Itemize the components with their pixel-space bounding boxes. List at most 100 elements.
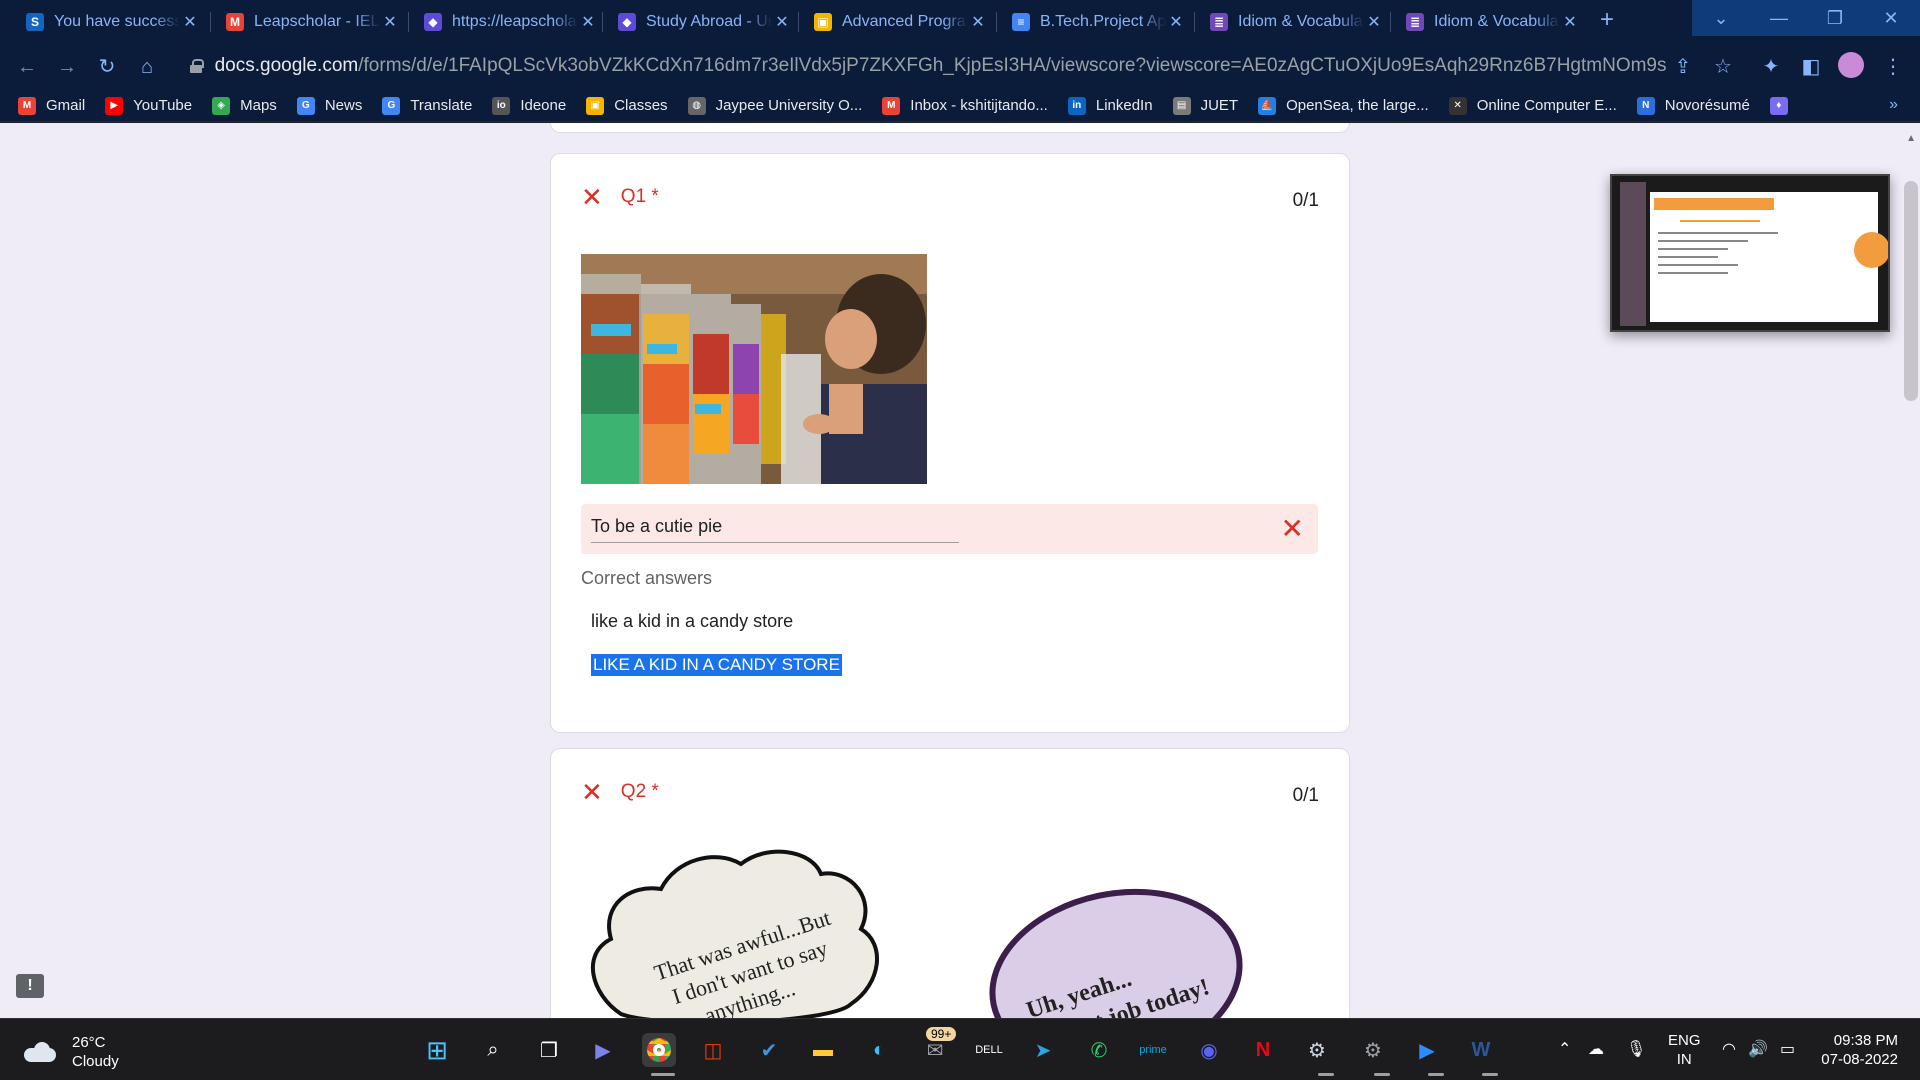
previous-card (550, 123, 1350, 133)
browser-tab[interactable]: ▣ Advanced Program ✕ (800, 6, 996, 38)
settings-icon[interactable]: ⚙ (1356, 1033, 1390, 1067)
bookmark-item[interactable]: ▶ YouTube (105, 96, 192, 115)
browser-tab[interactable]: ◆ https://leapscholar ✕ (410, 6, 606, 38)
edge-icon[interactable]: ◐ (862, 1033, 896, 1067)
tab-title: Idiom & Vocabulary (1238, 13, 1364, 30)
page-scrollbar[interactable] (1904, 181, 1918, 401)
browser-tab[interactable]: ≣ Idiom & Vocabulary ✕ (1196, 6, 1392, 38)
tab-close-icon[interactable]: ✕ (1166, 12, 1186, 32)
whatsapp-icon[interactable]: ✆ (1082, 1033, 1116, 1067)
tab-close-icon[interactable]: ✕ (180, 12, 200, 32)
todo-icon[interactable]: ✔ (752, 1033, 786, 1067)
word-icon[interactable]: W (1464, 1033, 1498, 1067)
tab-search-button[interactable]: ⌄ (1692, 0, 1750, 36)
steam-icon[interactable]: ⚙ (1300, 1033, 1334, 1067)
task-view-icon[interactable]: ❐ (532, 1033, 566, 1067)
tab-title: Leapscholar - IELTS (254, 13, 380, 30)
bookmark-item[interactable]: ✕ Online Computer E... (1448, 96, 1617, 115)
browser-tab[interactable]: ≣ Idiom & Vocabulary ✕ (1392, 6, 1588, 38)
question-card-q1: ✕ Q1 * 0/1 To be a cutie pie ✕ Correct a… (550, 153, 1350, 733)
tab-favicon-icon: ≡ (1012, 13, 1030, 31)
comic-image: That was awful...But I don't want to say… (591, 849, 1243, 1018)
search-icon[interactable]: ⌕ (476, 1033, 510, 1067)
incorrect-icon: ✕ (581, 182, 603, 212)
weather-widget[interactable]: 26°C Cloudy (24, 1033, 119, 1071)
lock-icon (190, 59, 204, 73)
bookmark-item[interactable]: G News (296, 96, 362, 115)
bookmark-item[interactable]: M Gmail (18, 96, 85, 115)
browser-tab[interactable]: ≡ B.Tech.Project App ✕ (998, 6, 1194, 38)
chrome-icon[interactable] (642, 1033, 676, 1067)
telegram-icon[interactable]: ➤ (1026, 1033, 1060, 1067)
browser-tab[interactable]: S You have successfully✕ (12, 6, 208, 38)
bookmark-label: LinkedIn (1095, 97, 1153, 114)
home-icon[interactable]: ⌂ (132, 52, 162, 82)
bookmark-label: Translate (410, 97, 473, 114)
address-bar[interactable]: docs.google.com /forms/d/e/1FAIpQLScVk3o… (176, 48, 1666, 84)
zoom-icon[interactable]: ▶ (1410, 1033, 1444, 1067)
close-window-button[interactable]: ✕ (1862, 0, 1920, 36)
teams-chat-icon[interactable]: ▶ (586, 1033, 620, 1067)
correct-answer-2: LIKE A KID IN A CANDY STORE (591, 654, 842, 676)
browser-tab[interactable]: M Leapscholar - IELTS✕ (212, 6, 408, 38)
forward-icon[interactable]: → (52, 52, 82, 82)
tab-close-icon[interactable]: ✕ (1560, 12, 1580, 32)
more-bookmarks-icon[interactable]: » (1889, 96, 1898, 114)
language-indicator[interactable]: ENG IN (1668, 1031, 1701, 1069)
video-call-thumbnail[interactable] (1610, 174, 1890, 332)
bookmark-item[interactable]: ▣ Classes (586, 96, 668, 115)
bookmark-item[interactable]: ⛵ OpenSea, the large... (1258, 96, 1429, 115)
file-explorer-icon[interactable]: ▬ (806, 1033, 840, 1067)
browser-toolbar: ← → ↻ ⌂ docs.google.com /forms/d/e/1FAIp… (0, 42, 1920, 90)
bookmark-item[interactable]: M Inbox - kshitijtando... (882, 96, 1048, 115)
volume-icon[interactable]: 🔊 (1748, 1039, 1768, 1059)
bookmark-icon: in (1067, 96, 1086, 115)
netflix-icon[interactable]: N (1246, 1033, 1280, 1067)
windows-start-icon[interactable]: ⊞ (420, 1033, 454, 1067)
dell-icon[interactable]: DELL (972, 1033, 1006, 1067)
tab-title: Study Abroad - Un (646, 13, 772, 30)
prime-video-icon[interactable]: prime (1136, 1033, 1170, 1067)
system-clock[interactable]: 09:38 PM 07-08-2022 (1821, 1031, 1898, 1069)
reload-icon[interactable]: ↻ (92, 52, 122, 82)
tab-close-icon[interactable]: ✕ (578, 12, 598, 32)
microphone-icon[interactable]: 🎙 (1626, 1039, 1646, 1059)
bookmark-item[interactable]: ▤ JUET (1172, 96, 1238, 115)
bookmark-item[interactable]: G Translate (382, 96, 473, 115)
office-icon[interactable]: ◫ (696, 1033, 730, 1067)
bookmark-item[interactable]: ◍ Jaypee University O... (687, 96, 862, 115)
bookmark-label: Maps (240, 97, 277, 114)
tab-close-icon[interactable]: ✕ (1364, 12, 1384, 32)
discord-icon[interactable]: ◉ (1192, 1033, 1226, 1067)
back-icon[interactable]: ← (12, 52, 42, 82)
bookmark-item[interactable]: ♦ (1769, 96, 1798, 115)
tab-title: Idiom & Vocabulary (1434, 13, 1560, 30)
onedrive-icon[interactable]: ☁ (1588, 1039, 1604, 1059)
bookmark-star-icon[interactable]: ☆ (1708, 52, 1738, 82)
extensions-icon[interactable]: ✦ (1756, 52, 1786, 82)
bookmark-item[interactable]: in LinkedIn (1067, 96, 1153, 115)
bookmark-item[interactable]: ◈ Maps (212, 96, 277, 115)
browser-tab[interactable]: ◆ Study Abroad - Un ✕ (604, 6, 800, 38)
tab-close-icon[interactable]: ✕ (772, 12, 792, 32)
battery-icon[interactable]: ▭ (1780, 1039, 1795, 1059)
restore-button[interactable]: ❐ (1806, 0, 1864, 36)
bookmark-icon: N (1636, 96, 1655, 115)
scroll-up-arrow[interactable]: ▲ (1906, 133, 1916, 144)
new-tab-button[interactable]: + (1592, 6, 1622, 36)
submitted-answer-text: To be a cutie pie (591, 516, 723, 536)
show-hidden-icons-icon[interactable]: ⌃ (1558, 1039, 1571, 1059)
tab-favicon-icon: ≣ (1210, 13, 1228, 31)
tab-close-icon[interactable]: ✕ (380, 12, 400, 32)
tab-close-icon[interactable]: ✕ (968, 12, 988, 32)
wifi-icon[interactable]: ◠ (1722, 1039, 1736, 1059)
bookmark-icon: ▣ (586, 96, 605, 115)
feedback-icon[interactable]: ! (16, 974, 44, 998)
menu-icon[interactable]: ⋮ (1878, 52, 1908, 82)
bookmark-item[interactable]: N Novorésumé (1636, 96, 1750, 115)
minimize-button[interactable]: — (1750, 0, 1808, 36)
profile-avatar[interactable] (1836, 52, 1866, 82)
side-panel-icon[interactable]: ◧ (1796, 52, 1826, 82)
bookmark-item[interactable]: io Ideone (492, 96, 566, 115)
share-icon[interactable]: ⇪ (1668, 52, 1698, 82)
